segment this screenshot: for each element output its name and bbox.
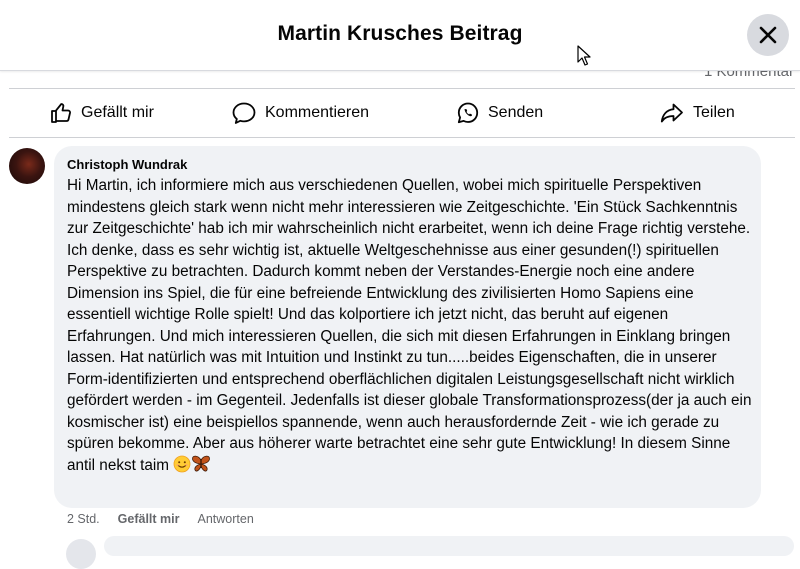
like-button[interactable]: Gefällt mir [49, 89, 154, 137]
comment-body: Hi Martin, ich informiere mich aus versc… [67, 177, 752, 474]
share-button[interactable]: Teilen [659, 89, 735, 137]
comment-text: Hi Martin, ich informiere mich aus versc… [67, 175, 757, 479]
send-button[interactable]: Senden [456, 89, 543, 137]
speech-bubble-icon [232, 102, 256, 124]
like-button-label: Gefällt mir [81, 104, 154, 121]
butterfly-emoji-icon [191, 455, 211, 480]
next-comment-avatar[interactable] [66, 539, 96, 569]
smiling-face-emoji-icon [173, 455, 191, 480]
share-button-label: Teilen [693, 104, 735, 121]
dialog-title: Martin Krusches Beitrag [277, 22, 523, 45]
share-arrow-icon [660, 103, 683, 123]
comment-button-label: Kommentieren [265, 104, 370, 121]
send-button-label: Senden [488, 104, 544, 121]
comment-bubble: Christoph Wundrak Hi Martin, ich informi… [54, 146, 761, 508]
close-icon [759, 26, 777, 44]
post-dialog-header: Martin Krusches Beitrag [0, 0, 800, 71]
mouse-cursor-icon [577, 45, 591, 66]
post-action-bar: Gefällt mir Kommentieren Senden Teilen [9, 88, 795, 138]
commenter-avatar[interactable] [9, 148, 45, 184]
comment-button[interactable]: Kommentieren [231, 89, 369, 137]
comment-like-link[interactable]: Gefällt mir [118, 512, 180, 526]
comment-timestamp[interactable]: 2 Std. [67, 512, 100, 526]
comment-author[interactable]: Christoph Wundrak [67, 157, 187, 172]
whatsapp-icon [457, 102, 479, 124]
next-comment-bubble [104, 536, 794, 556]
comment-reply-link[interactable]: Antworten [198, 512, 254, 526]
comment-meta: 2 Std. Gefällt mir Antworten [67, 512, 254, 526]
close-button[interactable] [747, 14, 789, 56]
thumbs-up-icon [51, 103, 71, 123]
